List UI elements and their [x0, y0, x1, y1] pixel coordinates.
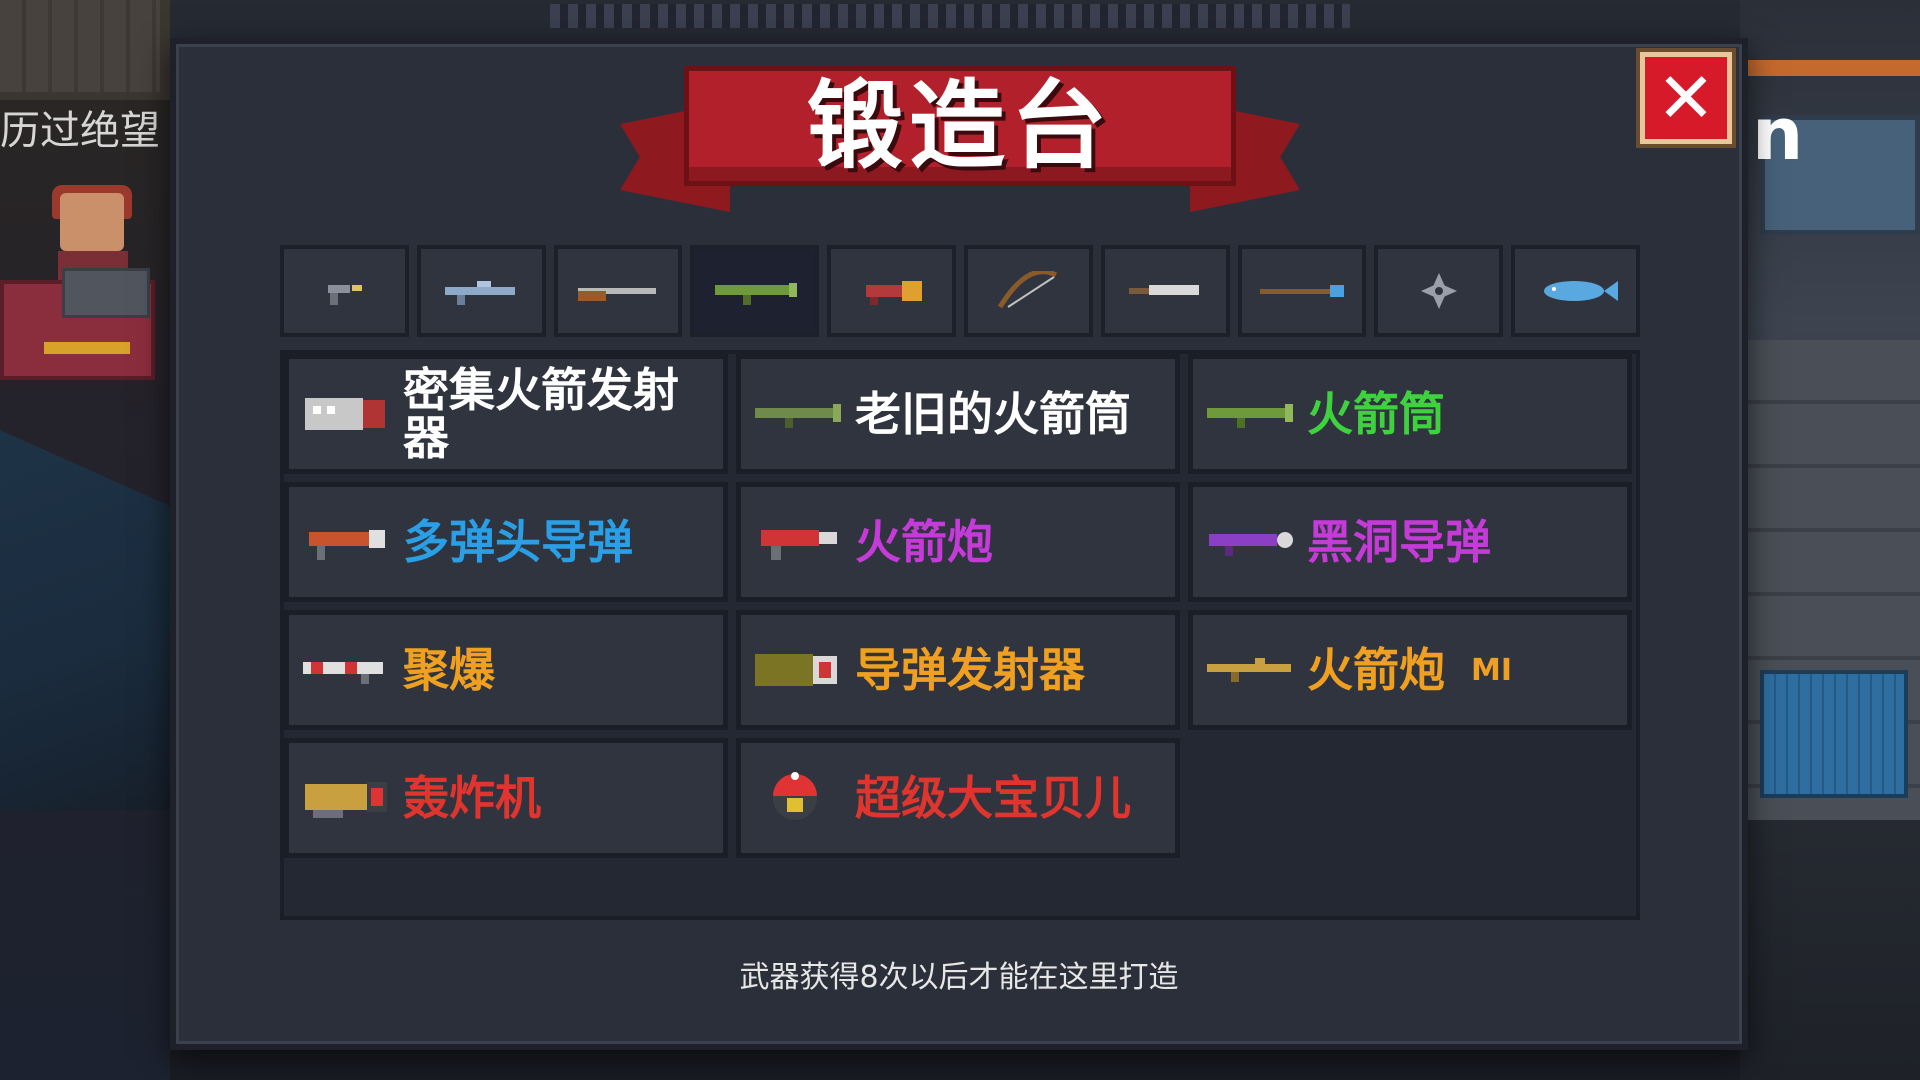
weapon-cell-old-bazooka[interactable]: 老旧的火箭筒: [736, 354, 1180, 474]
tab-bow[interactable]: [963, 245, 1093, 337]
npc-head: [60, 193, 124, 251]
weapon-name: 超级大宝贝儿: [855, 770, 1131, 825]
missile-launcher-icon: [753, 630, 843, 710]
weapon-name: 老旧的火箭筒: [855, 386, 1131, 441]
weapon-name: 轰炸机: [403, 770, 541, 825]
weapon-name: 导弹发射器: [855, 642, 1085, 697]
weapon-name: 火箭炮: [855, 514, 993, 569]
weapon-cell-black-hole-missile[interactable]: 黑洞导弹: [1188, 482, 1632, 602]
weapon-cell-rocket-cannon-m1[interactable]: 火箭炮 MI: [1188, 610, 1632, 730]
weapon-name: 密集火箭发射器: [403, 362, 679, 465]
page-title: 锻造台: [807, 70, 1113, 182]
weapon-cell-rocket-cannon[interactable]: 火箭炮: [736, 482, 1180, 602]
close-button[interactable]: ✕: [1636, 48, 1736, 148]
weapon-cell-multi-warhead-missile[interactable]: 多弹头导弹: [284, 482, 728, 602]
black-hole-missile-icon: [1205, 502, 1295, 582]
pistol-icon: [328, 285, 363, 305]
background-right: n: [1740, 0, 1920, 1080]
close-icon[interactable]: ✕: [1657, 63, 1716, 133]
tier-badge: MI: [1471, 652, 1513, 688]
dense-rocket-launcher-icon: [301, 374, 391, 454]
rifle-icon: [445, 281, 516, 305]
weapon-cell-bazooka[interactable]: 火箭筒: [1188, 354, 1632, 474]
tab-sword[interactable]: [1100, 245, 1230, 337]
background-glyph: n: [1752, 92, 1804, 176]
shelf: [0, 0, 160, 92]
rocket-cannon-icon: [753, 502, 843, 582]
tab-staff[interactable]: [1237, 245, 1367, 337]
staff-icon: [1259, 285, 1344, 297]
weapon-name: 聚爆: [403, 642, 495, 697]
weapon-cell-bomber[interactable]: 轰炸机: [284, 738, 728, 858]
weapon-name: 火箭炮: [1307, 642, 1445, 697]
bazooka-icon: [1205, 374, 1295, 454]
super-big-baby-icon: [753, 758, 843, 838]
banner-body: 锻造台: [684, 66, 1236, 186]
tab-throwing[interactable]: [1374, 245, 1504, 337]
bow-icon: [998, 271, 1058, 309]
tab-special[interactable]: [1511, 245, 1640, 337]
forge-hint: 武器获得8次以后才能在这里打造: [739, 960, 1179, 995]
tab-rifle[interactable]: [416, 245, 546, 337]
tab-pistol[interactable]: [280, 245, 409, 337]
counter-stripe: [44, 342, 130, 354]
bomber-icon: [301, 758, 391, 838]
counter-monitor: [62, 268, 150, 318]
weapon-cell-missile-launcher[interactable]: 导弹发射器: [736, 610, 1180, 730]
close-button-face[interactable]: ✕: [1645, 57, 1727, 139]
weapon-cell-super-big-baby[interactable]: 超级大宝贝儿: [736, 738, 1180, 858]
background-tip-text: 历过绝望: [0, 108, 160, 154]
ceiling-lights: [550, 4, 1350, 28]
rocket-launcher-icon: [714, 283, 797, 305]
weapon-name: 黑洞导弹: [1307, 514, 1491, 569]
background-top: [170, 0, 1740, 40]
weapon-category-tabs: [280, 245, 1640, 341]
fish-icon: [1543, 281, 1618, 301]
shotgun-icon: [577, 288, 656, 301]
floor-light: [0, 430, 170, 810]
rocket-cannon-m1-icon: [1205, 630, 1295, 710]
background-left: 历过绝望: [0, 0, 170, 1080]
blue-screen: [1760, 670, 1908, 798]
multi-warhead-missile-icon: [301, 502, 391, 582]
weapon-name: 多弹头导弹: [403, 514, 633, 569]
title-banner: 锻造台: [620, 62, 1300, 222]
tab-laser[interactable]: [827, 245, 956, 337]
tab-rocket[interactable]: [690, 245, 820, 337]
shuriken-icon: [1420, 273, 1457, 309]
weapon-name: 火箭筒: [1307, 386, 1445, 441]
sword-icon: [1129, 285, 1200, 295]
pipe: [1740, 60, 1920, 76]
implosion-icon: [301, 630, 391, 710]
weapon-cell-implosion[interactable]: 聚爆: [284, 610, 728, 730]
old-bazooka-icon: [753, 374, 843, 454]
tab-shotgun[interactable]: [553, 245, 683, 337]
laser-gun-icon: [865, 281, 922, 305]
weapon-cell-dense-rocket-launcher[interactable]: 密集火箭发射器: [284, 354, 728, 474]
